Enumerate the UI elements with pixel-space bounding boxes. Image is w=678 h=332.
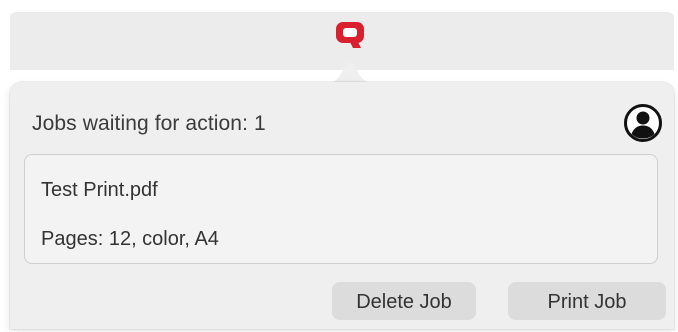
delete-job-button[interactable]: Delete Job [332, 282, 476, 320]
popover-arrow [322, 62, 378, 84]
print-job-button[interactable]: Print Job [508, 282, 666, 320]
job-details: Pages: 12, color, A4 [41, 228, 219, 250]
user-account-icon[interactable] [623, 103, 663, 143]
jobs-popover: Jobs waiting for action: 1 Test Print.pd… [10, 82, 674, 329]
screen: Jobs waiting for action: 1 Test Print.pd… [0, 0, 678, 332]
job-file-name: Test Print.pdf [41, 179, 158, 201]
q-logo-icon[interactable] [333, 20, 367, 50]
jobs-waiting-label: Jobs waiting for action: 1 [32, 112, 266, 135]
job-list-item[interactable]: Test Print.pdf Pages: 12, color, A4 [24, 154, 658, 264]
